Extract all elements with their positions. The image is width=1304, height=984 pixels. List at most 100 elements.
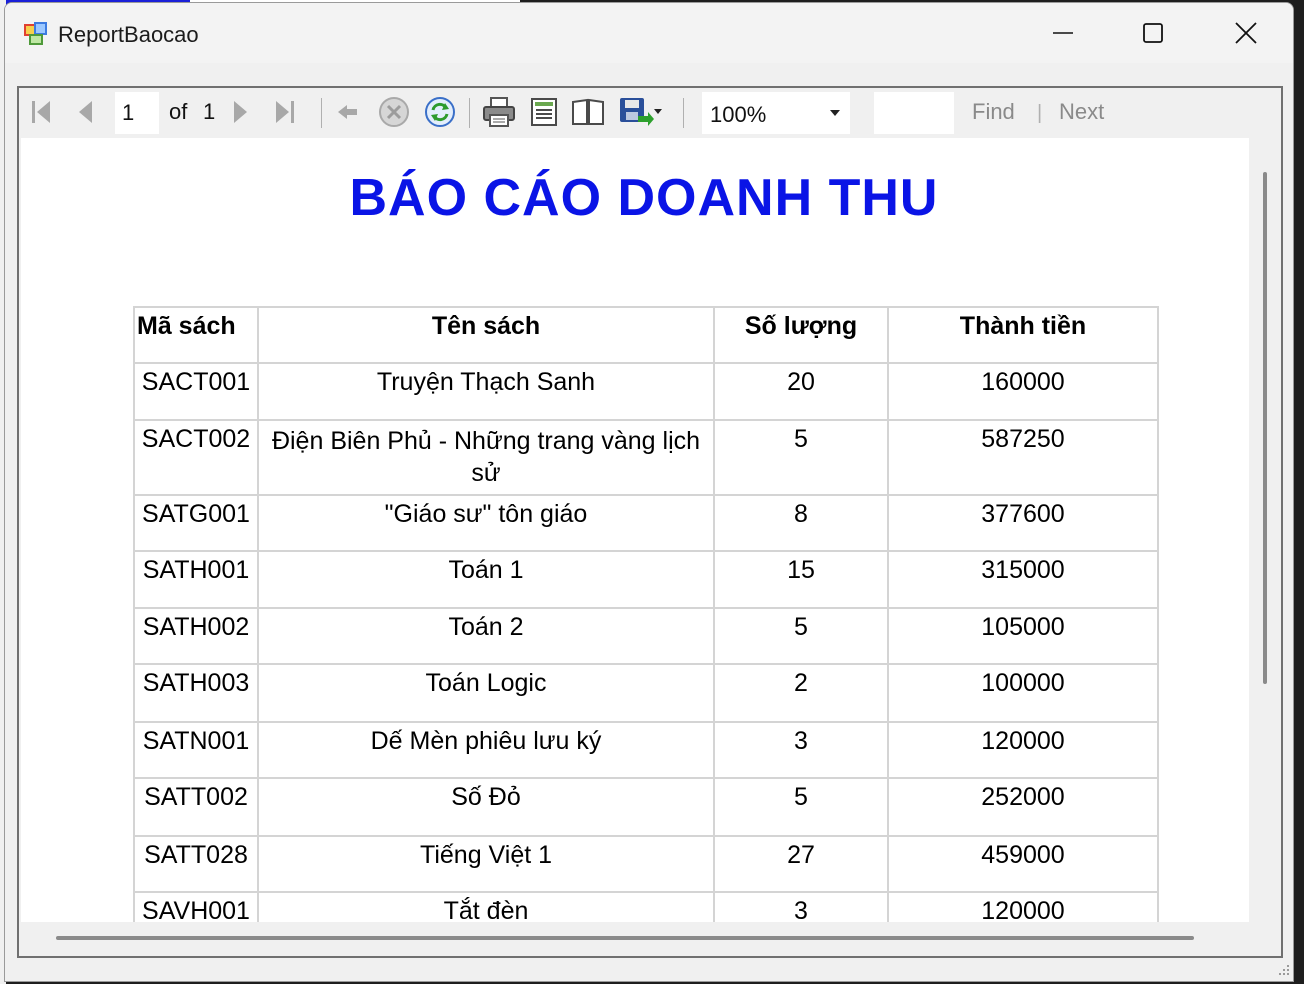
cell-quantity: 5 [713, 607, 889, 665]
close-icon [1235, 22, 1257, 44]
report-window: ReportBaocao 1 of 1 100% Find | Next BÁO… [4, 2, 1294, 982]
cell-amount: 315000 [887, 550, 1159, 609]
cell-amount: 587250 [887, 419, 1159, 496]
cell-amount: 252000 [887, 777, 1159, 837]
print-layout-button[interactable] [527, 96, 561, 128]
column-header-quantity: Số lượng [713, 306, 889, 364]
page-setup-button[interactable] [571, 96, 605, 128]
table-row: SATT002 Số Đỏ 5 252000 [133, 777, 1159, 837]
resize-grip-icon[interactable] [1275, 961, 1291, 977]
report-toolbar: 1 of 1 100% Find | Next [19, 88, 1281, 136]
page-of-label: of [169, 99, 188, 124]
back-icon [338, 105, 357, 119]
last-page-icon [276, 101, 294, 123]
previous-page-button[interactable] [71, 96, 99, 128]
table-row: SATG001 "Giáo sư" tôn giáo 8 377600 [133, 494, 1159, 552]
column-header-amount: Thành tiền [887, 306, 1159, 364]
table-row: SATT028 Tiếng Việt 1 27 459000 [133, 835, 1159, 893]
cell-name: Dế Mèn phiêu lưu ký [257, 721, 715, 779]
find-separator: | [1037, 102, 1043, 124]
cell-name: Tắt đèn [257, 891, 715, 922]
maximize-button[interactable] [1130, 13, 1176, 53]
column-header-name: Tên sách [257, 306, 715, 364]
first-page-icon [32, 101, 50, 123]
cell-quantity: 5 [713, 777, 889, 837]
cell-quantity: 20 [713, 362, 889, 421]
cell-amount: 459000 [887, 835, 1159, 893]
table-row: SATH001 Toán 1 15 315000 [133, 550, 1159, 609]
toolbar-separator [321, 98, 322, 128]
cell-amount: 160000 [887, 362, 1159, 421]
chevron-down-icon [830, 110, 840, 116]
window-title: ReportBaocao [58, 22, 199, 47]
table-row: SACT002 Điện Biên Phủ - Những trang vàng… [133, 419, 1159, 496]
close-button[interactable] [1223, 13, 1269, 53]
zoom-select[interactable]: 100% [702, 92, 850, 134]
cell-quantity: 5 [713, 419, 889, 496]
horizontal-scroll-thumb[interactable] [56, 936, 1194, 940]
cell-code: SATT028 [133, 835, 259, 893]
cell-code: SATN001 [133, 721, 259, 779]
cell-amount: 120000 [887, 721, 1159, 779]
back-button[interactable] [333, 96, 363, 128]
next-page-icon [234, 101, 247, 123]
cell-name: Điện Biên Phủ - Những trang vàng lịch sử [257, 419, 715, 496]
cell-code: SAVH001 [133, 891, 259, 922]
table-row: SACT001 Truyện Thạch Sanh 20 160000 [133, 362, 1159, 421]
app-icon [24, 22, 47, 45]
find-next-link[interactable]: Next [1059, 99, 1104, 125]
print-layout-icon [531, 98, 557, 126]
cell-quantity: 15 [713, 550, 889, 609]
cell-code: SACT002 [133, 419, 259, 496]
cell-amount: 105000 [887, 607, 1159, 665]
cell-name: Truyện Thạch Sanh [257, 362, 715, 421]
cell-amount: 120000 [887, 891, 1159, 922]
cell-quantity: 2 [713, 663, 889, 723]
next-page-button[interactable] [227, 96, 255, 128]
last-page-button[interactable] [271, 96, 299, 128]
stop-button[interactable] [377, 96, 411, 128]
first-page-button[interactable] [27, 96, 55, 128]
cell-name: Toán 2 [257, 607, 715, 665]
title-bar[interactable]: ReportBaocao [5, 3, 1293, 63]
table-row: SATH002 Toán 2 5 105000 [133, 607, 1159, 665]
cell-name: Số Đỏ [257, 777, 715, 837]
revenue-table: Mã sách Tên sách Số lượng Thành tiền SAC… [133, 306, 1159, 922]
minimize-button[interactable] [1040, 13, 1086, 53]
cell-name: "Giáo sư" tôn giáo [257, 494, 715, 552]
table-row: SATN001 Dế Mèn phiêu lưu ký 3 120000 [133, 721, 1159, 779]
refresh-icon [425, 97, 455, 127]
cell-amount: 377600 [887, 494, 1159, 552]
total-pages: 1 [203, 99, 216, 124]
export-icon [620, 98, 662, 126]
page-number-input[interactable]: 1 [115, 92, 159, 134]
cell-code: SATH003 [133, 663, 259, 723]
zoom-value: 100% [710, 102, 767, 127]
table-row: SAVH001 Tắt đèn 3 120000 [133, 891, 1159, 922]
column-header-code: Mã sách [133, 306, 259, 364]
table-row: SATH003 Toán Logic 2 100000 [133, 663, 1159, 723]
cell-code: SATH002 [133, 607, 259, 665]
cell-quantity: 3 [713, 721, 889, 779]
toolbar-separator [469, 98, 470, 128]
cell-quantity: 3 [713, 891, 889, 922]
cell-code: SACT001 [133, 362, 259, 421]
vertical-scroll-thumb[interactable] [1263, 172, 1267, 684]
page-setup-icon [572, 98, 604, 125]
report-viewer: 1 of 1 100% Find | Next BÁO CÁO DOANH TH… [17, 86, 1283, 958]
cell-name: Toán Logic [257, 663, 715, 723]
cell-amount: 100000 [887, 663, 1159, 723]
find-input[interactable] [874, 92, 954, 134]
cell-code: SATG001 [133, 494, 259, 552]
report-page: BÁO CÁO DOANH THU Mã sách Tên sách Số lư… [21, 138, 1249, 922]
cell-name: Toán 1 [257, 550, 715, 609]
find-link[interactable]: Find [972, 99, 1015, 125]
minimize-icon [1053, 32, 1073, 34]
table-header-row: Mã sách Tên sách Số lượng Thành tiền [133, 306, 1159, 364]
print-button[interactable] [481, 96, 517, 128]
maximize-icon [1143, 23, 1163, 43]
export-button[interactable] [617, 96, 665, 128]
toolbar-separator [683, 98, 684, 128]
cell-code: SATH001 [133, 550, 259, 609]
refresh-button[interactable] [423, 96, 457, 128]
